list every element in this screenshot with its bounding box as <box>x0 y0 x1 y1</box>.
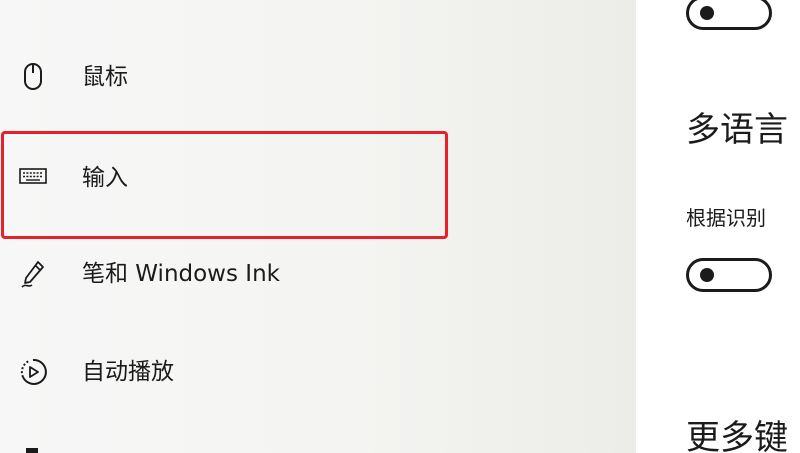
top-toggle-switch[interactable] <box>686 0 772 30</box>
sidebar-item-label: 笔和 Windows Ink <box>82 261 280 287</box>
autoplay-icon <box>18 357 48 387</box>
toggle-knob <box>700 6 714 20</box>
next-item-icon <box>26 448 38 453</box>
sidebar-item-pen[interactable]: 笔和 Windows Ink <box>0 242 636 306</box>
section-title-multilingual: 多语言 <box>686 110 788 150</box>
settings-window: 鼠标 输入 笔和 Windows Ink 自动播放 多语言 根据识别 更多键 <box>0 0 800 453</box>
option-description: 根据识别 <box>686 206 766 230</box>
sidebar-nav: 鼠标 输入 笔和 Windows Ink 自动播放 <box>0 0 636 453</box>
sidebar-item-label: 鼠标 <box>82 64 128 90</box>
sidebar-item-label: 自动播放 <box>82 359 174 385</box>
pen-icon <box>18 259 48 289</box>
toggle-knob <box>700 268 714 282</box>
section-title-more: 更多键 <box>686 418 788 453</box>
sidebar-item-autoplay[interactable]: 自动播放 <box>0 340 636 404</box>
selection-highlight <box>1 131 448 239</box>
multilingual-toggle-switch[interactable] <box>686 258 772 292</box>
content-pane: 多语言 根据识别 更多键 <box>636 0 800 453</box>
mouse-icon <box>18 62 48 92</box>
sidebar-item-mouse[interactable]: 鼠标 <box>0 45 636 109</box>
